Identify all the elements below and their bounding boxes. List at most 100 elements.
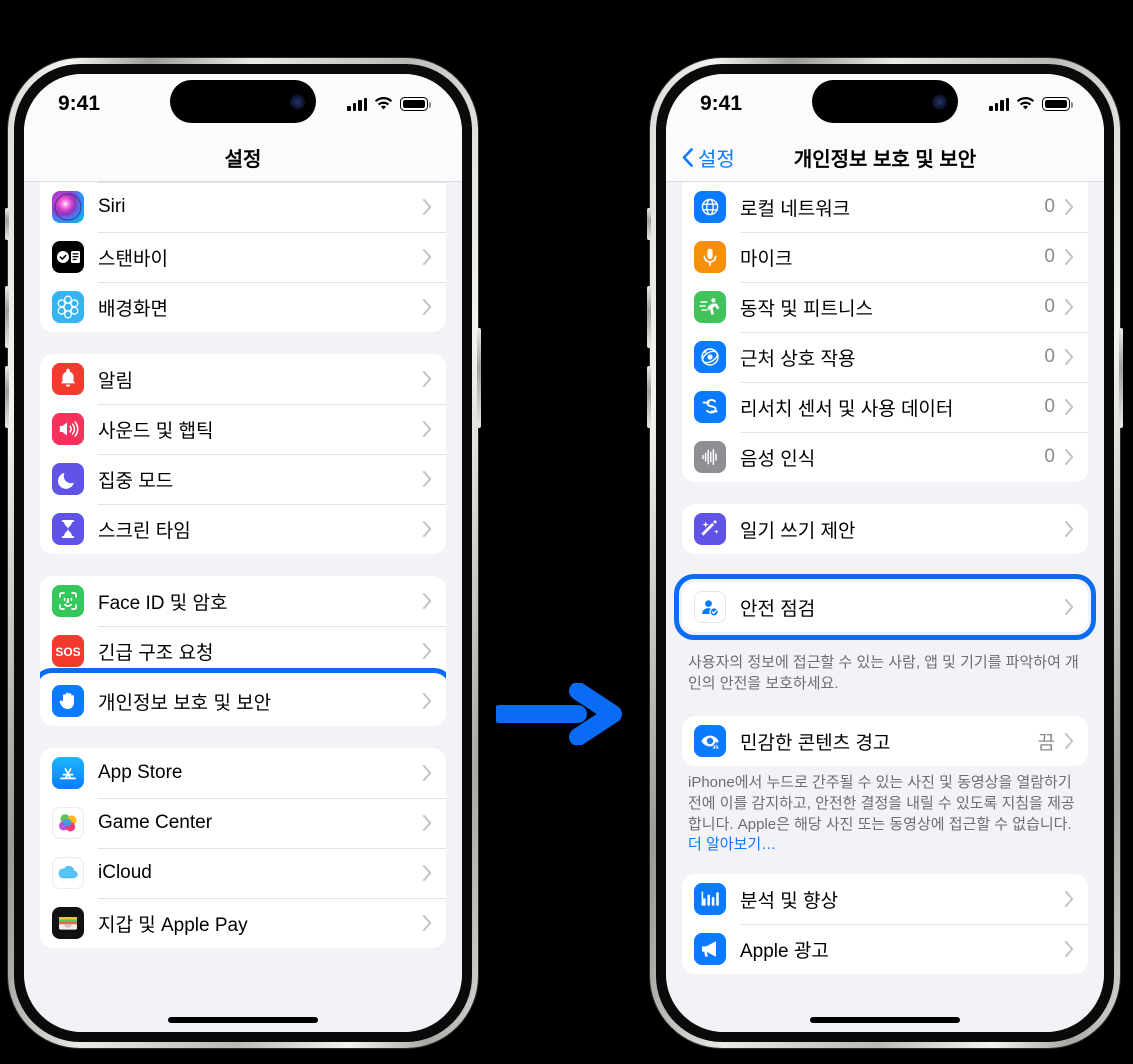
phone-privacy: 9:41 설정 개인정보 보호 및 보안 로컬 네트워크 0 마이크 0 동작 … [647, 58, 1123, 1048]
chevron-right-icon [423, 521, 432, 537]
row-accessory [423, 299, 446, 315]
motion-fitness-icon [694, 291, 726, 323]
highlight-ring-privacy: 개인정보 보호 및 보안 [40, 668, 446, 726]
nearby-interactions-icon [694, 341, 726, 373]
status-bar: 9:41 [666, 74, 1104, 134]
settings-row-game-center[interactable]: Game Center [40, 798, 446, 848]
learn-more-link[interactable]: 더 알아보기… [688, 836, 776, 853]
privacy-row-label: 리서치 센서 및 사용 데이터 [740, 398, 954, 420]
home-indicator[interactable] [168, 1017, 318, 1023]
row-accessory [423, 815, 446, 831]
journaling-suggestions-icon [694, 513, 726, 545]
row-accessory [1065, 599, 1088, 615]
chevron-right-icon [1065, 891, 1074, 908]
privacy-row-local-network[interactable]: 로컬 네트워크 0 [682, 182, 1088, 232]
privacy-row-nearby-interactions[interactable]: 근처 상호 작용 0 [682, 332, 1088, 382]
silent-switch[interactable] [647, 208, 651, 240]
settings-row-icloud[interactable]: iCloud [40, 848, 446, 898]
settings-row-emergency-sos[interactable]: SOS 긴급 구조 요청 [40, 626, 446, 676]
chevron-right-icon [1065, 599, 1074, 615]
chevron-right-icon [1065, 733, 1074, 750]
app-store-icon [52, 757, 84, 789]
chevron-right-icon [423, 299, 432, 315]
row-accessory [1065, 941, 1088, 958]
row-accessory [423, 521, 446, 537]
settings-row-wallet[interactable]: 지갑 및 Apple Pay [40, 898, 446, 948]
focus-icon [52, 463, 84, 495]
right-arrow [491, 682, 624, 746]
home-indicator[interactable] [810, 1017, 960, 1023]
chevron-right-icon [423, 865, 432, 881]
settings-row-privacy-security[interactable]: 개인정보 보호 및 보안 [40, 676, 446, 726]
privacy-row-label: 동작 및 피트니스 [740, 298, 873, 320]
row-accessory: 끔 [1038, 728, 1088, 755]
settings-row-screen-time[interactable]: 스크린 타임 [40, 504, 446, 554]
settings-row-siri[interactable]: Siri [40, 182, 446, 232]
row-accessory [423, 643, 446, 659]
dynamic-island [812, 80, 958, 123]
privacy-row-sensitive-content[interactable]: 민감한 콘텐츠 경고 끔 [682, 716, 1088, 766]
chevron-right-icon [1065, 249, 1074, 265]
chevron-right-icon [1065, 399, 1074, 415]
privacy-row-label: 음성 인식 [740, 448, 816, 470]
privacy-row-label: Apple 광고 [740, 940, 829, 962]
settings-row-app-store[interactable]: App Store [40, 748, 446, 798]
settings-row-wallpaper[interactable]: 배경화면 [40, 282, 446, 332]
settings-row-focus[interactable]: 집중 모드 [40, 454, 446, 504]
privacy-row-research-sensor[interactable]: 리서치 센서 및 사용 데이터 0 [682, 382, 1088, 432]
chevron-right-icon [423, 371, 432, 387]
front-camera-icon [290, 94, 305, 109]
status-time: 9:41 [58, 92, 101, 115]
volume-down-button[interactable] [647, 366, 651, 428]
silent-switch[interactable] [5, 208, 9, 240]
row-accessory [423, 765, 446, 781]
privacy-row-speech-recognition[interactable]: 음성 인식 0 [682, 432, 1088, 482]
privacy-row-motion-fitness[interactable]: 동작 및 피트니스 0 [682, 282, 1088, 332]
row-accessory [423, 249, 446, 265]
highlight-ring-safety-check: 안전 점검 [674, 574, 1096, 640]
privacy-row-label: 안전 점검 [740, 598, 816, 620]
phone-screen-privacy: 9:41 설정 개인정보 보호 및 보안 로컬 네트워크 0 마이크 0 동작 … [666, 74, 1104, 1032]
settings-group-2: 알림 사운드 및 햅틱 집중 모드 스크린 타임 [40, 354, 446, 554]
volume-up-button[interactable] [5, 286, 9, 348]
icloud-icon [52, 857, 84, 889]
power-button[interactable] [1119, 328, 1123, 428]
sensitive-content-icon [694, 725, 726, 758]
privacy-row-journaling[interactable]: 일기 쓰기 제안 [682, 504, 1088, 554]
settings-row-sounds[interactable]: 사운드 및 햅틱 [40, 404, 446, 454]
back-button[interactable]: 설정 [682, 143, 735, 172]
footnote-text: iPhone에서 누드로 간주될 수 있는 사진 및 동영상을 열람하기 전에 … [688, 774, 1075, 833]
privacy-row-microphone[interactable]: 마이크 0 [682, 232, 1088, 282]
volume-down-button[interactable] [5, 366, 9, 428]
privacy-row-analytics[interactable]: 분석 및 향상 [682, 874, 1088, 924]
row-value: 0 [1044, 296, 1055, 317]
settings-row-standby[interactable]: 스탠바이 [40, 232, 446, 282]
volume-up-button[interactable] [647, 286, 651, 348]
status-bar: 9:41 [24, 74, 462, 134]
row-value: 0 [1044, 196, 1055, 217]
row-value: 0 [1044, 396, 1055, 417]
privacy-list[interactable]: 로컬 네트워크 0 마이크 0 동작 및 피트니스 0 근처 상호 작용 0 리… [666, 182, 1104, 1032]
chevron-right-icon [423, 693, 432, 709]
power-button[interactable] [477, 328, 481, 428]
settings-list[interactable]: Siri 스탠바이 배경화면 알림 사운드 및 햅틱 집중 모드 스크린 타임 … [24, 182, 462, 1032]
sounds-haptics-icon [52, 413, 84, 445]
game-center-icon [52, 807, 84, 839]
privacy-row-safety-check[interactable]: 안전 점검 [682, 582, 1088, 632]
settings-row-label: 배경화면 [98, 298, 168, 320]
face-id-icon [52, 585, 84, 617]
chevron-right-icon [423, 199, 432, 215]
privacy-row-apple-advertising[interactable]: Apple 광고 [682, 924, 1088, 974]
apple-advertising-icon [694, 933, 726, 966]
settings-row-label: 사운드 및 햅틱 [98, 420, 214, 442]
privacy-group-safety-check: 안전 점검 [682, 582, 1088, 632]
speech-recognition-icon [694, 441, 726, 473]
privacy-group-5: 분석 및 향상 Apple 광고 [682, 874, 1088, 975]
settings-row-face-id[interactable]: Face ID 및 암호 [40, 576, 446, 626]
back-button-label: 설정 [698, 149, 735, 171]
chevron-right-icon [1065, 199, 1074, 215]
row-accessory: 0 [1044, 446, 1088, 468]
settings-row-label: Siri [98, 196, 126, 217]
settings-group-3: Face ID 및 암호 SOS 긴급 구조 요청 개인정보 보호 및 보안 [40, 576, 446, 726]
settings-row-notifications[interactable]: 알림 [40, 354, 446, 404]
